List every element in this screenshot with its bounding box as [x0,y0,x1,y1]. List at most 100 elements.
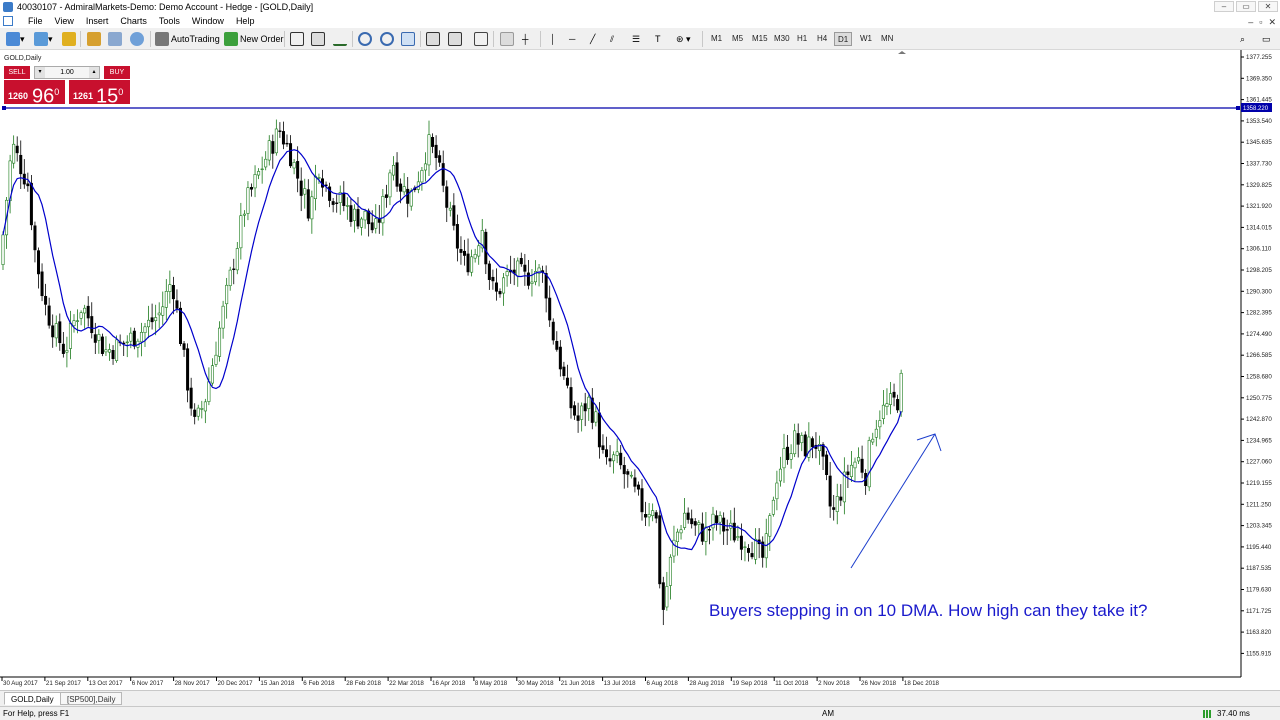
lot-decrease-icon[interactable]: ▾ [35,67,45,78]
navigator-button[interactable] [108,31,122,47]
chart-window-icon [3,16,13,26]
candle-body [849,464,853,477]
candle-body [793,430,797,455]
candlestick-button[interactable] [311,31,325,47]
cursor-button[interactable] [500,31,514,47]
candle-body [260,168,264,171]
timeframe-d1[interactable]: D1 [834,32,853,46]
timeframe-m5[interactable]: M5 [729,32,746,46]
price-tick-label: 1250.775 [1246,395,1272,402]
candle-body [896,399,900,411]
zoom-out-button[interactable] [380,31,394,47]
menu-tools[interactable]: Tools [153,14,186,28]
candle-body [306,189,310,219]
trend-arrow[interactable] [850,433,936,569]
channel-button[interactable]: ⫽ [610,31,614,47]
bid-price-big: 96 [32,85,55,108]
shapes-button[interactable]: ⊛ ▾ [676,31,691,47]
candle-body [356,209,360,227]
candle-body [278,130,282,132]
new-chart-button[interactable]: ▾ [6,31,25,47]
candle-body [90,316,94,334]
candle-body [345,205,349,207]
candle-body [647,513,651,518]
timeframe-h4[interactable]: H4 [814,32,830,46]
menu-help[interactable]: Help [230,14,261,28]
crosshair-button[interactable]: ┼ [522,31,528,47]
status-help-text: For Help, press F1 [3,709,70,718]
candle-body [423,163,427,171]
candle-body [466,253,470,273]
fibonacci-button[interactable]: ☰ [632,31,640,47]
menu-insert[interactable]: Insert [80,14,115,28]
candle-body [487,263,491,280]
candle-body [587,396,591,409]
mdi-minimize-button[interactable]: – [1248,15,1253,29]
sell-button[interactable]: SELL [4,66,30,79]
chart-window[interactable]: 1358.220 1377.255 1369.350 1361.445 1353.54… [0,50,1280,690]
bar-chart-button[interactable] [290,31,304,47]
bid-price[interactable]: 1260 960 [4,80,65,108]
maximize-button[interactable]: ▭ [1236,1,1256,12]
candle-body [839,496,843,501]
menu-file[interactable]: File [22,14,49,28]
indicators-button[interactable] [474,31,488,47]
profiles-button[interactable]: ▾ [34,31,53,47]
candle-body [455,224,459,249]
candle-body [885,403,889,407]
candle-body [739,535,743,550]
tab-sp500-daily[interactable]: [SP500],Daily [60,692,123,705]
chat-button[interactable]: ▭ [1262,31,1271,47]
candle-body [431,137,435,147]
timeframe-mn[interactable]: MN [878,32,896,46]
candle-body [352,208,356,221]
lot-size-field[interactable]: ▾ 1.00 ▴ [34,66,100,79]
ask-price[interactable]: 1261 150 [69,80,130,108]
trendline-button[interactable]: ╱ [590,31,595,47]
candle-body [644,514,648,518]
timeframe-w1[interactable]: W1 [857,32,875,46]
candle-body [768,515,772,537]
vertical-line-button[interactable]: │ [550,31,556,47]
search-button[interactable]: ⌕ [1240,31,1245,47]
close-button[interactable]: ✕ [1258,1,1278,12]
time-tick-label: 30 May 2018 [518,680,554,687]
price-axis[interactable]: 1377.255 1369.350 1361.445 1353.540 1345.635… [1241,54,1272,657]
lot-increase-icon[interactable]: ▴ [89,67,99,78]
horizontal-line-button[interactable]: ─ [569,31,575,47]
data-window-button[interactable] [87,31,101,47]
menu-charts[interactable]: Charts [114,14,153,28]
mdi-restore-button[interactable]: ▫ [1259,15,1262,29]
buy-button[interactable]: BUY [104,66,130,79]
timeframe-m30[interactable]: M30 [771,32,793,46]
timeframe-m1[interactable]: M1 [708,32,725,46]
minimize-button[interactable]: – [1214,1,1234,12]
timeframe-h1[interactable]: H1 [794,32,810,46]
fibonacci-icon: ☰ [632,34,641,44]
ask-price-big: 15 [96,85,119,108]
candle-body [420,170,424,183]
terminal-button[interactable] [130,31,144,47]
tab-gold-daily[interactable]: GOLD,Daily [4,692,61,705]
autoscroll-button[interactable] [426,31,440,47]
menu-window[interactable]: Window [186,14,230,28]
candle-body [892,391,896,398]
new-order-button[interactable]: New Order [224,31,284,47]
candle-body [61,343,65,354]
menu-view[interactable]: View [49,14,80,28]
price-tick-label: 1306.110 [1246,246,1272,253]
candle-body [246,187,250,214]
market-watch-button[interactable] [62,31,76,47]
timeframe-m15[interactable]: M15 [749,32,771,46]
line-chart-button[interactable] [333,31,347,47]
chart-shift-button[interactable] [448,31,462,47]
time-axis[interactable]: 30 Aug 2017 21 Sep 2017 13 Oct 2017 6 Nov 2… [1,677,940,687]
text-button[interactable]: T [655,31,661,47]
mdi-close-button[interactable]: ✕ [1268,15,1276,29]
candle-body [228,269,232,287]
tile-windows-button[interactable] [401,31,415,47]
price-chart[interactable]: 1358.220 1377.255 1369.350 1361.445 1353.54… [0,50,1280,690]
chart-tabs: GOLD,Daily [SP500],Daily [0,690,1280,706]
zoom-in-button[interactable] [358,31,372,47]
autotrading-button[interactable]: AutoTrading [155,31,220,47]
